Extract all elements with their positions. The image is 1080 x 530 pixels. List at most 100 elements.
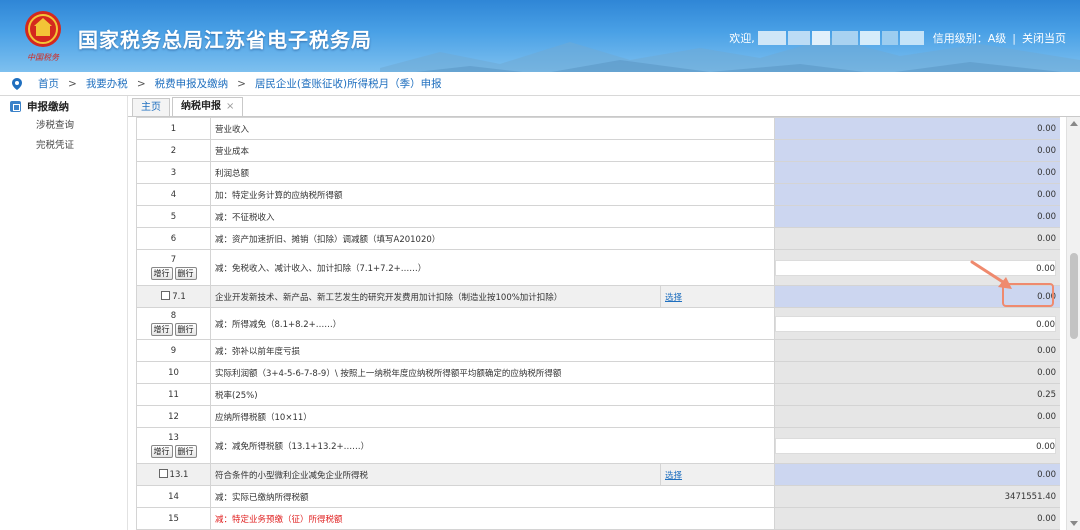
sidebar-section-label: 申报缴纳 [27,100,69,113]
row-number-cell: 9 [136,339,211,362]
tab-tax-declaration[interactable]: 纳税申报 × [172,97,244,116]
breadcrumb-tax-declaration[interactable]: 税费申报及缴纳 [155,76,229,91]
scroll-down-icon[interactable] [1070,521,1078,526]
row-value-cell[interactable]: 0.00 [774,405,1060,428]
row-value[interactable]: 0.00 [775,437,1057,454]
row-description: 减：免税收入、减计收入、加计扣除（7.1+7.2+……） [209,249,776,286]
table-row: 6 减：资产加速折旧、摊销（扣除）调减额（填写A201020） 0.00 [136,227,1060,250]
row-value[interactable]: 0.00 [775,188,1056,202]
table-row: 2 营业成本 0.00 [136,139,1060,162]
row-value: 0.00 [1037,233,1057,244]
row-number: 7 [170,255,177,265]
row-checkbox[interactable] [158,469,168,478]
table-row: 11 税率(25%) 0.25 [136,383,1060,406]
row-value: 0.00 [1037,345,1057,356]
row-number-cell: 11 [136,383,211,406]
select-link[interactable]: 选择 [659,463,776,486]
row-number-cell: 1 [136,117,211,140]
breadcrumb-separator: > [136,77,146,90]
row-value[interactable]: 0.00 [775,468,1056,482]
row-value-cell[interactable]: 0.00 [774,117,1060,140]
row-value: 3471551.40 [1004,491,1057,502]
row-value[interactable]: 0.00 [775,166,1056,180]
breadcrumb: 首页 > 我要办税 > 税费申报及缴纳 > 居民企业(查账征收)所得税月（季）申… [0,72,1080,96]
delete-row-button[interactable]: 删行 [174,445,197,458]
row-value-cell[interactable]: 0.00 [774,249,1060,286]
vertical-scrollbar[interactable] [1066,117,1080,530]
row-description: 减：减免所得税额（13.1+13.2+……） [209,427,776,464]
delete-row-button[interactable]: 删行 [174,267,197,280]
row-number-cell: 14 [136,485,211,508]
add-row-button[interactable]: 增行 [150,267,173,280]
table-row: 12 应纳所得税额（10×11） 0.00 [136,405,1060,428]
scroll-up-icon[interactable] [1070,121,1078,126]
delete-row-button[interactable]: 删行 [174,323,197,336]
row-value-cell[interactable]: 0.00 [774,205,1060,228]
row-number-cell: 13.1 [136,463,211,486]
table-row: 13 增行 删行 减：减免所得税额（13.1+13.2+……） 0.00 [136,427,1060,464]
tab-close-icon[interactable]: × [226,101,234,112]
close-page-link[interactable]: 关闭当页 [1022,30,1066,46]
row-value[interactable]: 0.00 [775,122,1056,136]
row-value-cell[interactable]: 0.00 [774,307,1060,340]
row-value-cell[interactable]: 0.00 [774,183,1060,206]
row-value: 0.00 [1037,513,1057,524]
row-description: 减：实际已缴纳所得税额 [209,485,776,508]
separator: | [1012,31,1016,45]
table-row: 7 增行 删行 减：免税收入、减计收入、加计扣除（7.1+7.2+……） 0.00 [136,249,1060,286]
row-number-cell: 12 [136,405,211,428]
user-area: 欢迎, 信用级别：A级 | 关闭当页 [729,30,1066,46]
add-row-button[interactable]: 增行 [150,323,173,336]
row-description: 减：所得减免（8.1+8.2+……） [209,307,776,340]
row-value-cell[interactable]: 0.00 [774,427,1060,464]
table-row: 1 营业收入 0.00 [136,117,1060,140]
scrollbar-thumb[interactable] [1070,253,1078,339]
row-description: 应纳所得税额（10×11） [209,405,776,428]
row-value-cell[interactable]: 0.00 [774,463,1060,486]
table-row: 8 增行 删行 减：所得减免（8.1+8.2+……） 0.00 [136,307,1060,340]
row-value-cell[interactable]: 0.00 [774,227,1060,250]
row-number: 8 [170,311,177,321]
table-row: 13.1 符合条件的小型微利企业减免企业所得税 选择 0.00 [136,463,1060,486]
row-value-cell[interactable]: 0.00 [774,361,1060,384]
table-row: 15 减：特定业务预缴（征）所得税额 0.00 [136,507,1060,530]
breadcrumb-current-page[interactable]: 居民企业(查账征收)所得税月（季）申报 [255,76,442,91]
table-row: 10 实际利润额（3+4-5-6-7-8-9）\ 按照上一纳税年度应纳税所得额平均… [136,361,1060,384]
sidebar-item-tax-query[interactable]: 涉税查询 [0,116,127,136]
logo-text: 中国税务 [27,53,60,62]
sidebar-item-tax-certificate[interactable]: 完税凭证 [0,136,127,156]
breadcrumb-home[interactable]: 首页 [38,76,59,91]
row-value[interactable]: 0.00 [775,144,1056,158]
row-description: 减：资产加速折旧、摊销（扣除）调减额（填写A201020） [209,227,776,250]
row-value-cell[interactable]: 0.00 [774,139,1060,162]
row-description: 企业开发新技术、新产品、新工艺发生的研究开发费用加计扣除（制造业按100%加计扣… [210,285,661,308]
site-title: 国家税务总局江苏省电子税务局 [78,28,372,52]
row-value-cell[interactable]: 0.00 [774,339,1060,362]
welcome-text: 欢迎, [729,32,755,45]
breadcrumb-tax-service[interactable]: 我要办税 [86,76,128,91]
breadcrumb-separator: > [237,77,246,90]
row-value-cell[interactable]: 0.00 [774,161,1060,184]
row-description: 利润总额 [209,161,776,184]
select-link[interactable]: 选择 [659,285,776,308]
row-checkbox[interactable] [161,291,171,300]
row-number: 7.1 [172,292,186,302]
row-number-cell: 3 [136,161,211,184]
add-row-button[interactable]: 增行 [150,445,173,458]
row-description: 营业收入 [209,117,776,140]
declaration-table: 1 营业收入 0.00 2 营业成本 0.00 3 利润总额 0.00 4 加：特定业务计算的应纳税… [136,117,1060,530]
row-number-cell: 5 [136,205,211,228]
row-number-cell: 6 [136,227,211,250]
row-value[interactable]: 0.00 [775,210,1056,224]
row-number-cell: 2 [136,139,211,162]
tab-home[interactable]: 主页 [132,98,170,116]
row-value-cell[interactable]: 0.25 [774,383,1060,406]
row-description: 减：弥补以前年度亏损 [209,339,776,362]
row-value[interactable]: 0.00 [775,315,1057,332]
sidebar-section-declaration[interactable]: 申报缴纳 [0,96,127,116]
tab-home-label: 主页 [141,102,161,113]
row-value-cell[interactable]: 3471551.40 [774,485,1060,508]
row-value-cell[interactable]: 0.00 [774,507,1060,530]
row-number-cell: 7.1 [136,285,211,308]
site-header: 中国税务 国家税务总局江苏省电子税务局 欢迎, 信用级别：A级 | 关闭当页 [0,0,1080,72]
